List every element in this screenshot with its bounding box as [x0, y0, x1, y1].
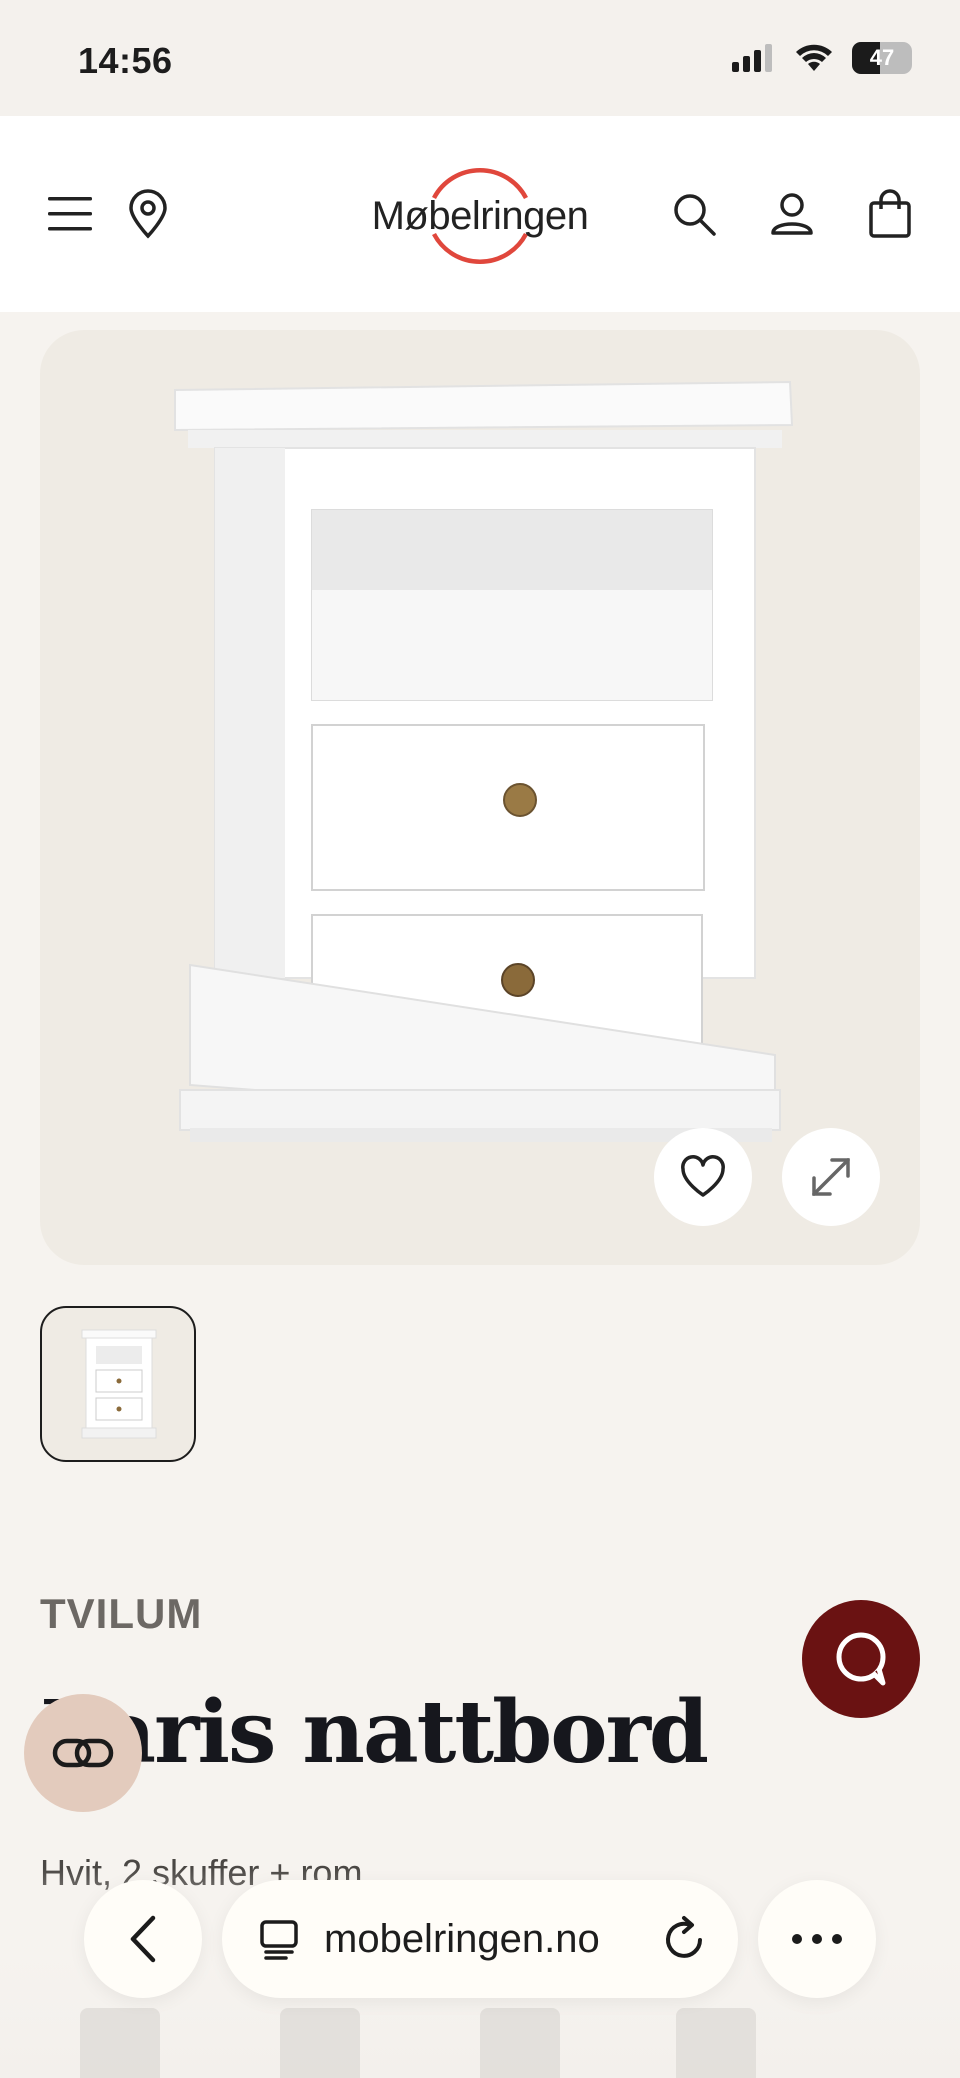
chevron-left-icon: [130, 1915, 156, 1963]
chat-button[interactable]: [802, 1600, 920, 1718]
chat-bubble-icon: [836, 1632, 886, 1686]
product-thumbnail[interactable]: [40, 1306, 196, 1462]
hamburger-menu-icon[interactable]: [42, 186, 98, 242]
link-button[interactable]: [24, 1694, 142, 1812]
site-header: Møbelringen: [0, 116, 960, 312]
status-time: 14:56: [78, 40, 173, 81]
site-logo[interactable]: Møbelringen: [360, 156, 600, 276]
variant-thumbnail[interactable]: [80, 2008, 160, 2078]
search-icon[interactable]: [666, 186, 722, 242]
status-bar: 14:56 47: [0, 0, 960, 116]
status-icons: 47: [732, 42, 912, 74]
expand-arrows-icon: [812, 1158, 850, 1196]
browser-address-bar[interactable]: mobelringen.no: [222, 1880, 738, 1998]
expand-image-button[interactable]: [782, 1128, 880, 1226]
battery-indicator: 47: [852, 42, 912, 74]
link-icon: [52, 1738, 114, 1768]
battery-level: 47: [869, 45, 895, 70]
variant-thumbnail[interactable]: [280, 2008, 360, 2078]
product-brand[interactable]: TVILUM: [40, 1590, 202, 1638]
favorite-button[interactable]: [654, 1128, 752, 1226]
variant-thumbnail[interactable]: [480, 2008, 560, 2078]
logo-text: Møbelringen: [371, 193, 589, 238]
cellular-signal-icon: [732, 44, 772, 72]
product-image[interactable]: [40, 330, 920, 1265]
browser-back-button[interactable]: [84, 1880, 202, 1998]
map-pin-icon[interactable]: [120, 186, 176, 242]
shopping-bag-icon[interactable]: [862, 186, 918, 242]
url-text: mobelringen.no: [324, 1916, 600, 1961]
thumbnail-image: [81, 1329, 157, 1439]
nightstand-illustration: [174, 380, 794, 1142]
reader-icon: [260, 1920, 298, 1960]
reload-icon[interactable]: [662, 1914, 708, 1964]
more-dots-icon: [792, 1934, 842, 1944]
color-variant-thumbnails: [0, 2008, 960, 2078]
user-icon[interactable]: [764, 186, 820, 242]
wifi-icon: [796, 44, 832, 71]
heart-icon: [681, 1155, 725, 1197]
browser-more-button[interactable]: [758, 1880, 876, 1998]
variant-thumbnail[interactable]: [676, 2008, 756, 2078]
